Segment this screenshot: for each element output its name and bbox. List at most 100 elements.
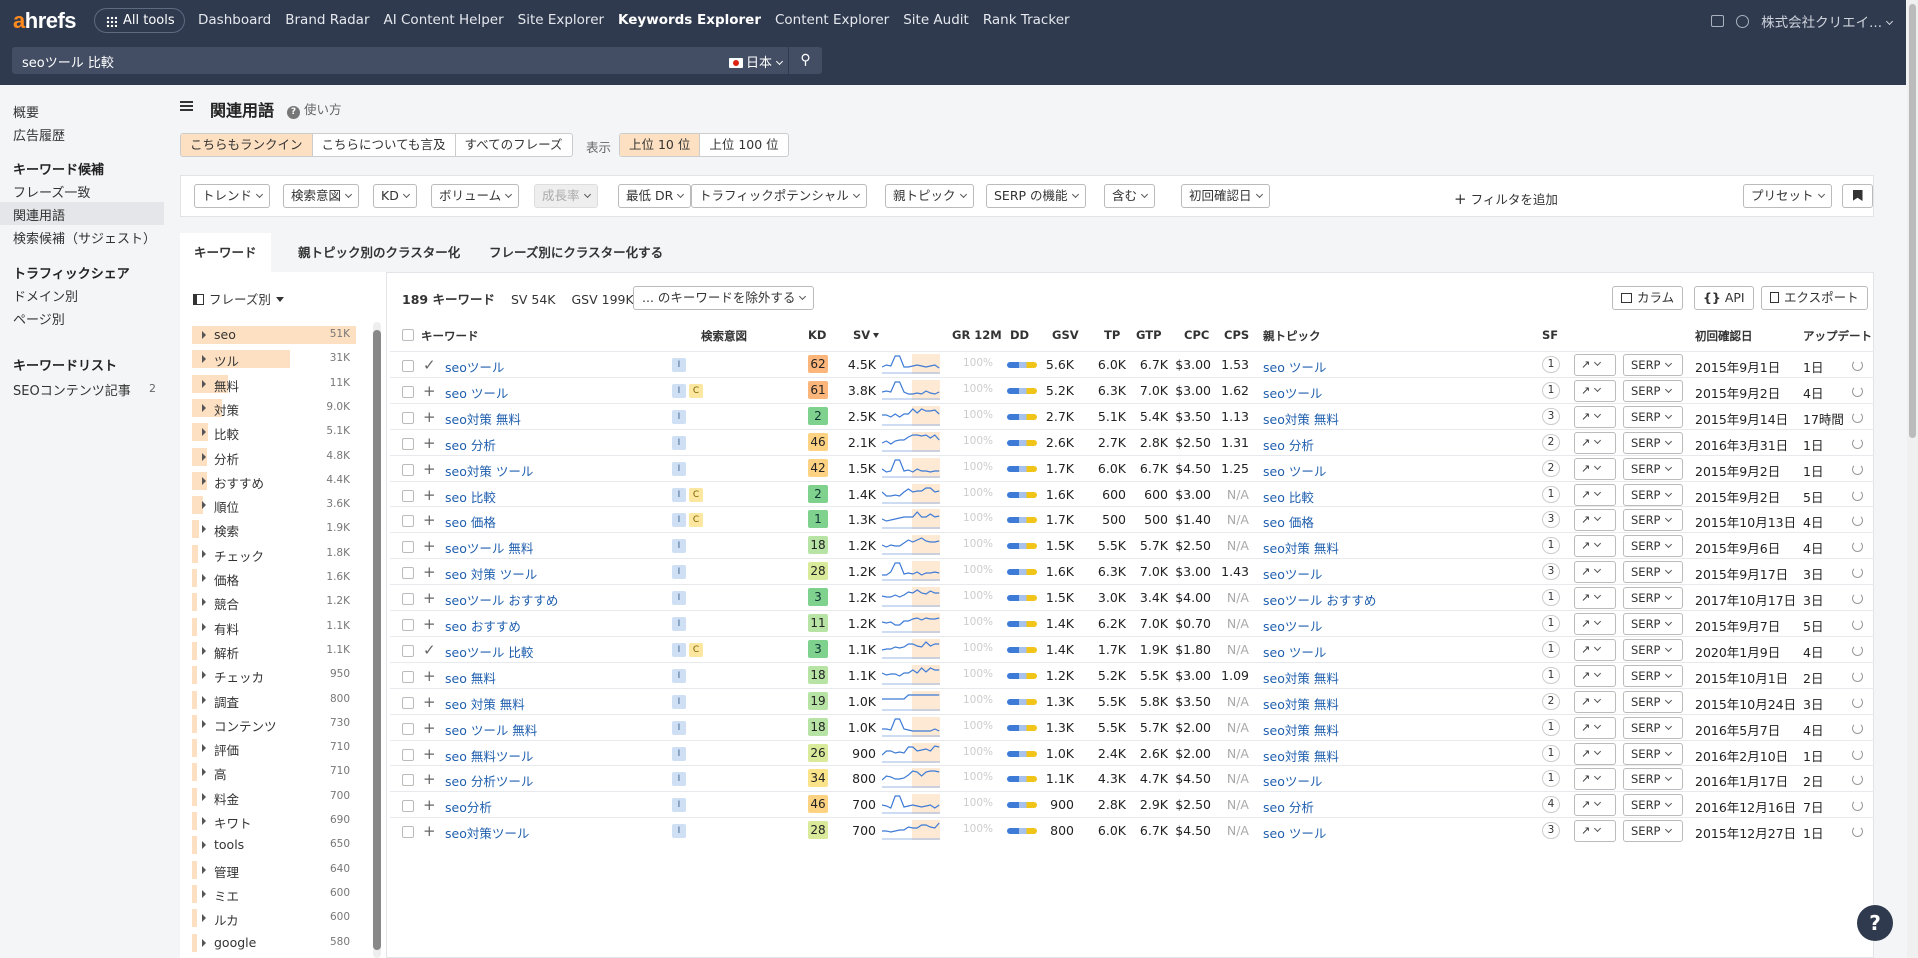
row-checkbox[interactable] — [402, 800, 414, 813]
keyword-link[interactable]: seo対策 無料 — [445, 409, 521, 428]
phrase-item[interactable]: 有料 1.1K — [192, 617, 356, 637]
refresh-icon[interactable] — [1852, 826, 1863, 838]
trend-chart-button[interactable]: ↗ — [1574, 794, 1616, 817]
refresh-icon[interactable] — [1852, 489, 1863, 501]
rank-mode-all-phrases[interactable]: すべてのフレーズ — [456, 134, 572, 156]
caret-right-icon[interactable] — [202, 938, 206, 947]
refresh-icon[interactable] — [1852, 567, 1863, 579]
parent-topic-link[interactable]: seoツール おすすめ — [1263, 590, 1376, 609]
phrase-item[interactable]: 高 710 — [192, 762, 356, 782]
serp-button[interactable]: SERP — [1623, 690, 1683, 713]
parent-topic-link[interactable]: seoツール — [1263, 771, 1322, 790]
add-to-list-icon[interactable]: + — [423, 408, 436, 426]
parent-topic-link[interactable]: seoツール — [1263, 616, 1322, 635]
row-checkbox[interactable] — [402, 619, 414, 631]
phrase-item[interactable]: チェッカ 950 — [192, 665, 356, 685]
caret-right-icon[interactable] — [202, 792, 206, 801]
serp-features-count[interactable]: 1 — [1542, 589, 1560, 607]
sidebar-item-overview[interactable]: 概要 — [13, 102, 39, 121]
phrase-item[interactable]: 競合 1.2K — [192, 592, 356, 612]
refresh-icon[interactable] — [1852, 774, 1863, 786]
trend-sparkline[interactable] — [882, 716, 940, 737]
keyword-link[interactable]: seo 分析 — [445, 435, 496, 454]
serp-button[interactable]: SERP — [1623, 483, 1683, 506]
serp-button[interactable]: SERP — [1623, 768, 1683, 791]
add-to-list-icon[interactable]: + — [423, 719, 436, 737]
filter-7[interactable]: 親トピック — [885, 184, 974, 208]
sidebar-item-related-terms[interactable]: 関連用語 — [13, 205, 65, 224]
add-to-list-icon[interactable]: + — [423, 796, 436, 814]
parent-topic-link[interactable]: seo ツール — [1263, 461, 1326, 480]
page-scrollbar-thumb[interactable] — [1909, 4, 1916, 438]
keyword-link[interactable]: seo おすすめ — [445, 616, 521, 635]
sidebar-item-by-domain[interactable]: ドメイン別 — [13, 286, 78, 305]
keyword-link[interactable]: seo分析 — [445, 797, 492, 816]
parent-topic-link[interactable]: seo対策 無料 — [1263, 668, 1339, 687]
phrase-grouping-dropdown[interactable]: フレーズ別 — [193, 289, 284, 308]
column-header[interactable]: KD — [808, 328, 826, 342]
caret-right-icon[interactable] — [202, 817, 206, 825]
row-checkbox[interactable] — [402, 722, 414, 735]
serp-features-count[interactable]: 1 — [1542, 485, 1560, 503]
keyword-link[interactable]: seo 無料ツール — [445, 746, 533, 765]
caret-right-icon[interactable] — [202, 914, 206, 923]
trend-sparkline[interactable] — [881, 613, 940, 633]
trend-chart-button[interactable]: ↗ — [1574, 638, 1616, 661]
add-to-list-icon[interactable]: + — [423, 770, 436, 788]
column-header[interactable]: CPS — [1224, 328, 1249, 342]
keyword-link[interactable]: seo 無料 — [445, 668, 496, 687]
phrase-item[interactable]: 評価 710 — [192, 738, 356, 758]
column-header[interactable]: 初回確認日 — [1695, 328, 1753, 344]
page-scrollbar[interactable] — [1907, 0, 1918, 958]
serp-button[interactable]: SERP — [1623, 820, 1683, 843]
trend-sparkline[interactable] — [881, 483, 940, 504]
serp-features-count[interactable]: 1 — [1542, 718, 1560, 736]
parent-topic-link[interactable]: seo ツール — [1263, 642, 1326, 661]
nav-item[interactable]: AI Content Helper — [384, 12, 504, 28]
row-checkbox[interactable] — [402, 567, 414, 580]
add-to-list-icon[interactable]: + — [423, 434, 436, 452]
caret-right-icon[interactable] — [202, 841, 206, 850]
refresh-icon[interactable] — [1852, 541, 1863, 553]
nav-item[interactable]: Dashboard — [198, 12, 271, 28]
filter-0[interactable]: トレンド — [194, 184, 271, 208]
column-header[interactable]: キーワード — [421, 328, 479, 344]
refresh-icon[interactable] — [1852, 619, 1863, 630]
keyword-link[interactable]: seo 価格 — [445, 512, 496, 531]
parent-topic-link[interactable]: seo対策 無料 — [1263, 409, 1339, 428]
serp-button[interactable]: SERP — [1623, 405, 1683, 428]
nav-item[interactable]: Content Explorer — [775, 12, 889, 28]
trend-sparkline[interactable] — [881, 509, 940, 530]
trend-sparkline[interactable] — [881, 535, 940, 556]
row-checkbox[interactable] — [402, 515, 414, 528]
column-header[interactable]: SF — [1542, 328, 1558, 342]
sidebar-item-search-suggestions[interactable]: 検索候補（サジェスト） — [13, 228, 156, 247]
parent-topic-link[interactable]: seo対策 無料 — [1263, 720, 1339, 739]
nav-item[interactable]: Rank Tracker — [983, 12, 1070, 28]
trend-sparkline[interactable] — [882, 820, 940, 841]
trend-sparkline[interactable] — [881, 742, 940, 763]
trend-chart-button[interactable]: ↗ — [1574, 457, 1616, 480]
phrase-item[interactable]: 対策 9.0K — [192, 398, 356, 418]
trend-chart-button[interactable]: ↗ — [1574, 690, 1616, 713]
serp-button[interactable]: SERP — [1623, 354, 1683, 376]
row-checkbox[interactable] — [402, 437, 414, 450]
refresh-icon[interactable] — [1852, 411, 1863, 423]
serp-button[interactable]: SERP — [1623, 535, 1683, 558]
caret-right-icon[interactable] — [202, 865, 206, 874]
select-all-checkbox[interactable] — [402, 329, 414, 341]
sidebar-item-keyword-list[interactable]: SEOコンテンツ記事 — [13, 380, 131, 399]
account-menu[interactable]: 株式会社クリエイ... — [1761, 11, 1894, 31]
refresh-icon[interactable] — [1852, 463, 1863, 475]
add-to-list-icon[interactable]: + — [423, 563, 436, 581]
parent-topic-link[interactable]: seo 分析 — [1263, 435, 1314, 454]
refresh-icon[interactable] — [1852, 437, 1863, 449]
sidebar-item-phrase-match[interactable]: フレーズ一致 — [13, 182, 90, 201]
rank-mode-also-mention[interactable]: こちらについても言及 — [313, 134, 456, 156]
trend-sparkline[interactable] — [881, 794, 940, 815]
keyword-link[interactable]: seo 対策 ツール — [445, 564, 537, 583]
keyword-link[interactable]: seo対策ツール — [445, 823, 529, 842]
phrase-item[interactable]: キワト 690 — [192, 811, 356, 831]
serp-features-count[interactable]: 1 — [1542, 640, 1560, 658]
tab-keywords[interactable]: キーワード — [180, 233, 271, 273]
